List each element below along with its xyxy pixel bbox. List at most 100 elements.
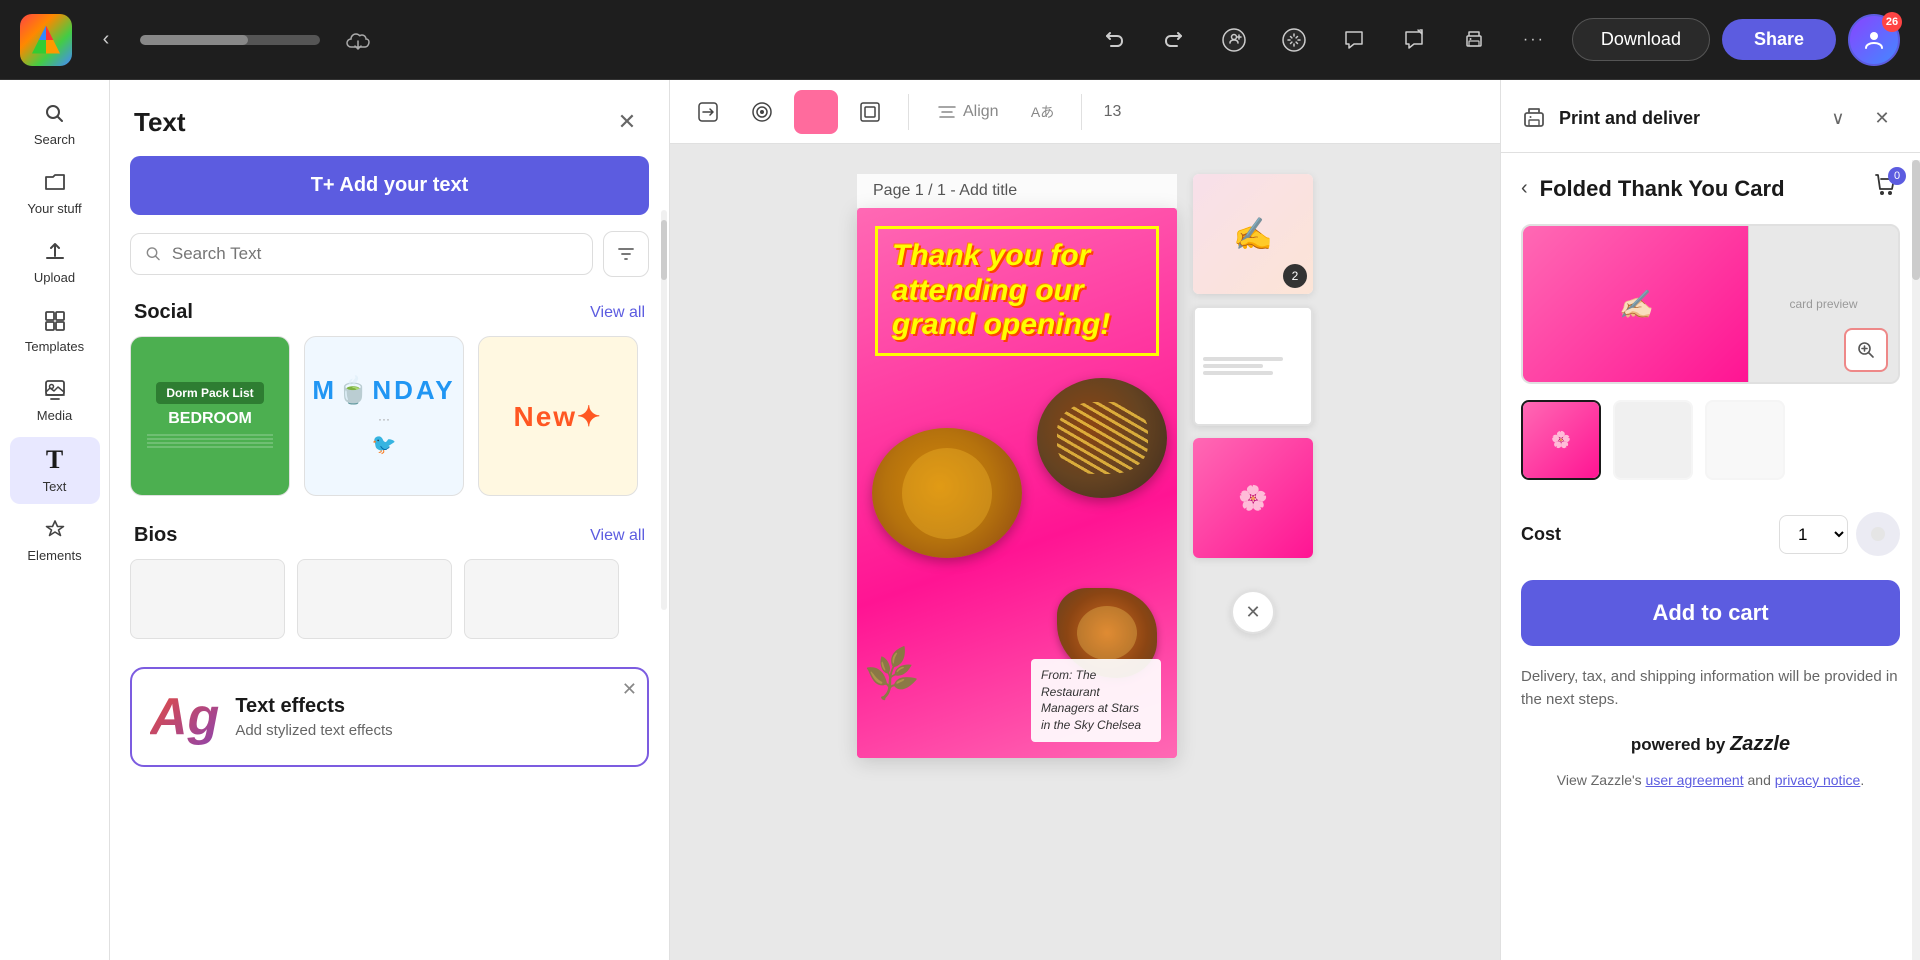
canvas-toolbar: Align Aあ 13 [670,80,1500,144]
upload-icon [43,240,67,264]
add-text-button[interactable]: T+ Add your text [130,156,649,215]
privacy-notice-link[interactable]: privacy notice [1775,772,1861,788]
social-view-all[interactable]: View all [590,304,645,322]
translate-button[interactable]: Aあ [1021,90,1065,134]
sidebar-item-text[interactable]: T Text [10,437,100,504]
more-options-button[interactable]: ··· [1512,18,1556,62]
bios-card-2[interactable] [297,559,452,639]
toolbar-divider-2 [1081,94,1082,130]
variant-white-1[interactable] [1613,400,1693,480]
sidebar-item-upload[interactable]: Upload [10,230,100,295]
add-collaborator-button[interactable] [1212,18,1256,62]
main-layout: Search Your stuff Upload Templates [0,80,1920,960]
print-button[interactable] [1452,18,1496,62]
bowl-1 [1037,378,1167,498]
magic-button[interactable] [1272,18,1316,62]
zazzle-brand: Zazzle [1730,733,1790,755]
right-panel: Print and deliver ∨ ✕ ‹ Folded Thank You… [1500,80,1920,960]
panel-header: Text ✕ [110,80,669,156]
canvas-area: Align Aあ 13 Page 1 / 1 - Add title [670,80,1500,960]
share-comment-button[interactable] [1392,18,1436,62]
undo-button[interactable] [1092,18,1136,62]
align-button[interactable]: Align [925,96,1011,128]
print-deliver-icon [1521,105,1547,131]
collapse-panel-button[interactable]: ∨ [1820,100,1856,136]
social-card-new[interactable]: New✦ [478,336,638,496]
thumbnail-1[interactable]: ✍️ 2 [1193,174,1313,294]
replace-tool-button[interactable] [686,90,730,134]
color-tool-button[interactable] [794,90,838,134]
social-card-dorm[interactable]: Dorm Pack List BEDROOM [130,336,290,496]
bios-card-3[interactable] [464,559,619,639]
sidebar-item-elements[interactable]: Elements [10,508,100,573]
cart-button[interactable]: 0 [1872,171,1900,206]
elements-icon [43,518,67,542]
panel-scroll-thumb[interactable] [661,220,667,280]
panel-close-button[interactable]: ✕ [609,104,645,140]
legal-prefix: View Zazzle's [1557,772,1646,788]
align-label: Align [963,103,999,121]
zoom-preview-button[interactable] [1844,328,1888,372]
text-effects-close-button[interactable]: ✕ [622,679,637,700]
back-button[interactable]: ‹ [88,22,124,58]
social-title: Social [134,301,193,324]
bowl-2 [872,428,1022,558]
frame-tool-button[interactable] [848,90,892,134]
text-effects-icon: Ag [150,687,219,747]
logo-button[interactable] [20,14,72,66]
close-right-panel-button[interactable]: ✕ [1864,100,1900,136]
social-card-monday[interactable]: M🍵NDAY ··· 🐦 [304,336,464,496]
social-grid: Dorm Pack List BEDROOM M🍵NDAY ··· 🐦 New✦ [110,336,669,516]
thank-you-text: Thank you for attending our grand openin… [892,239,1142,343]
progress-bar [140,35,320,45]
page-label-bar[interactable]: Page 1 / 1 - Add title [857,174,1177,208]
variant-pink[interactable]: 🌸 [1521,400,1601,480]
redo-button[interactable] [1152,18,1196,62]
search-text-input[interactable] [172,244,578,264]
folder-icon [43,171,67,195]
cloud-save-button[interactable] [336,18,380,62]
sidebar-item-text-label: Text [43,479,67,494]
sidebar-item-search[interactable]: Search [10,92,100,157]
thumb-2-content [1195,308,1311,424]
quantity-select[interactable]: 1 2 5 10 [1779,515,1848,554]
sidebar-item-templates[interactable]: Templates [10,299,100,364]
text-effects-banner[interactable]: Ag Text effects Add stylized text effect… [130,667,649,767]
search-row [130,231,649,277]
filter-button[interactable] [603,231,649,277]
top-bar: ‹ [0,0,1920,80]
thank-you-box[interactable]: Thank you for attending our grand openin… [875,226,1159,356]
share-button[interactable]: Share [1722,19,1836,60]
design-canvas[interactable]: Thank you for attending our grand openin… [857,208,1177,758]
thumbnail-2[interactable] [1193,306,1313,426]
close-thumbnails-button[interactable]: ✕ [1231,590,1275,634]
product-back-button[interactable]: ‹ [1521,177,1528,200]
legal-suffix: . [1860,772,1864,788]
user-agreement-link[interactable]: user agreement [1646,772,1744,788]
text-effects-title: Text effects [235,695,629,718]
delivery-note: Delivery, tax, and shipping information … [1501,654,1920,723]
bios-view-all[interactable]: View all [590,527,645,545]
sidebar-item-your-stuff[interactable]: Your stuff [10,161,100,226]
sidebar-item-media-label: Media [37,408,72,423]
product-title: Folded Thank You Card [1540,176,1872,202]
sidebar-item-media[interactable]: Media [10,368,100,433]
add-to-cart-button[interactable]: Add to cart [1521,580,1900,646]
canva-logo [32,26,60,54]
avatar[interactable]: 26 [1848,14,1900,66]
variant-light-1[interactable] [1705,400,1785,480]
right-scroll-thumb[interactable] [1912,160,1920,280]
quantity-toggle-button[interactable] [1856,512,1900,556]
bios-title: Bios [134,524,177,547]
bios-card-1[interactable] [130,559,285,639]
thumbnail-3[interactable]: 🌸 [1193,438,1313,558]
download-button[interactable]: Download [1572,18,1710,61]
sidebar-item-upload-label: Upload [34,270,75,285]
product-preview[interactable]: ✍🏻 card preview [1521,224,1900,384]
product-variants: 🌸 [1501,384,1920,496]
comment-button[interactable] [1332,18,1376,62]
product-header: ‹ Folded Thank You Card 0 [1501,153,1920,224]
cost-label: Cost [1521,524,1561,545]
style-tool-button[interactable] [740,90,784,134]
social-section-header: Social View all [110,293,669,336]
